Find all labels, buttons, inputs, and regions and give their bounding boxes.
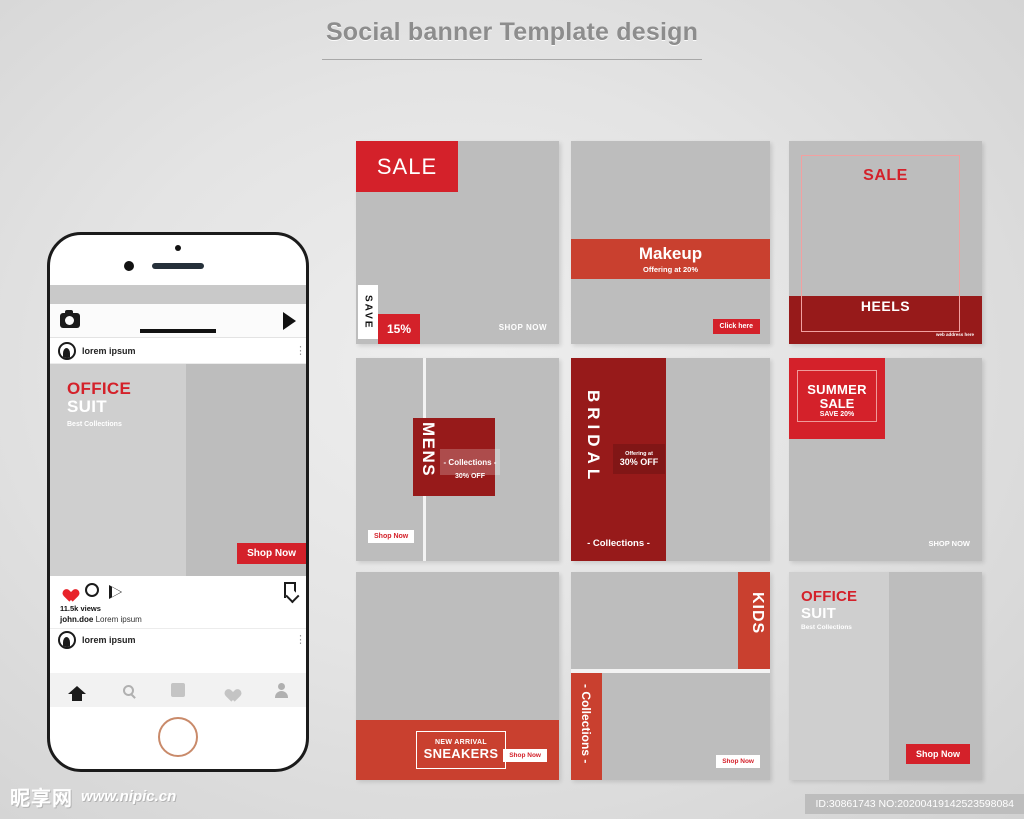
heart-icon[interactable] <box>60 583 75 597</box>
office-shop-now-button[interactable]: Shop Now <box>906 744 970 764</box>
bridal-collections-label: - Collections - <box>587 538 650 549</box>
app-logo <box>140 329 216 333</box>
mens-collections-band: - Collections - <box>440 449 500 475</box>
post-shop-now-button[interactable]: Shop Now <box>237 543 306 564</box>
bridal-discount: 30% OFF <box>619 457 659 467</box>
avatar[interactable] <box>58 630 76 649</box>
office-line-2: SUIT <box>801 605 836 622</box>
click-here-button[interactable]: Click here <box>712 319 760 334</box>
summer-line-3: SAVE 20% <box>819 411 855 418</box>
title-block: Social banner Template design <box>322 18 702 60</box>
post-headline-2: SUIT <box>67 396 107 416</box>
send-icon[interactable] <box>283 311 296 330</box>
bridal-title: BRIDAL <box>584 390 603 485</box>
bookmark-icon[interactable] <box>284 582 296 598</box>
camera-icon[interactable] <box>60 310 80 328</box>
sneakers-frame: NEW ARRIVAL SNEAKERS <box>416 731 506 769</box>
save-label-box: SAVE <box>358 285 378 339</box>
bridal-offer-box: Offering at 30% OFF <box>613 444 665 474</box>
mens-shop-now-button[interactable]: Shop Now <box>368 530 415 543</box>
banner-card-makeup[interactable]: Makeup Offering at 20% Click here <box>571 141 770 344</box>
banner-card-summer-sale[interactable]: SUMMER SALE SAVE 20% SHOP NOW <box>789 358 982 561</box>
banner-card-bridal[interactable]: BRIDAL Offering at 30% OFF - Collections… <box>571 358 770 561</box>
banner-card-sale[interactable]: SALE SAVE 15% SHOP NOW <box>356 141 559 344</box>
makeup-title: Makeup <box>638 244 703 263</box>
more-options-icon[interactable]: ⋮ <box>295 345 306 356</box>
save-label: SAVE <box>362 294 374 330</box>
post-media-left-panel: OFFICE SUIT Best Collections <box>50 364 186 576</box>
summer-line-2: SALE <box>819 396 855 411</box>
sneakers-eyebrow: NEW ARRIVAL <box>435 739 487 746</box>
banner-card-sneakers[interactable]: NEW ARRIVAL SNEAKERS Shop Now <box>356 572 559 780</box>
makeup-band: Makeup Offering at 20% <box>571 239 770 279</box>
app-top-bar <box>50 304 306 338</box>
comment-icon[interactable] <box>85 583 99 597</box>
post-headline-1: OFFICE <box>67 379 132 398</box>
avatar[interactable] <box>58 341 76 360</box>
banner-card-kids[interactable]: KIDS - Collections - Shop Now <box>571 572 770 780</box>
page-title: Social banner Template design <box>325 18 699 46</box>
status-bar <box>50 285 306 304</box>
office-line-1: OFFICE <box>801 588 858 605</box>
sneakers-shop-now-button[interactable]: Shop Now <box>503 749 547 762</box>
banner-card-office-suit[interactable]: OFFICE SUIT Best Collections Shop Now <box>789 572 982 780</box>
mens-title: MENS <box>419 422 438 478</box>
post-meta: 11.5k views john.doe Lorem ipsum <box>50 604 306 628</box>
post-header-next: lorem ipsum ⋮ <box>50 628 306 650</box>
search-icon[interactable] <box>123 684 135 696</box>
discount-percent: 15% <box>378 314 420 344</box>
watermark: 昵享网 www.nipic.cn <box>10 782 176 811</box>
post-views-count: 11.5k views <box>60 604 101 613</box>
caption-text: Lorem ipsum <box>95 615 142 624</box>
sale-badge: SALE <box>356 141 458 192</box>
heels-title: HEELS <box>860 298 911 314</box>
mens-collections-label: - Collections - <box>443 457 497 467</box>
sensor-icon <box>124 261 134 271</box>
summer-line-1: SUMMER <box>807 382 867 397</box>
watermark-url: www.nipic.cn <box>81 788 177 805</box>
front-camera-icon <box>175 245 181 251</box>
banner-card-heels[interactable]: SALE HEELS web address here <box>789 141 982 344</box>
sneakers-title: SNEAKERS <box>423 746 499 761</box>
office-line-3: Best Collections <box>801 624 852 631</box>
phone-mockup: lorem ipsum ⋮ OFFICE SUIT Best Collectio… <box>47 232 309 772</box>
title-divider <box>322 59 702 60</box>
post-media: OFFICE SUIT Best Collections Shop Now <box>50 364 306 576</box>
post-actions <box>50 576 306 604</box>
post-caption: john.doe Lorem ipsum <box>60 615 296 624</box>
share-icon[interactable] <box>109 585 122 599</box>
caption-username[interactable]: john.doe <box>60 615 93 624</box>
image-id-label: ID:30861743 NO:20200419142523598084 <box>805 794 1024 814</box>
kids-title: KIDS <box>749 592 766 635</box>
makeup-subtitle: Offering at 20% <box>642 265 698 274</box>
home-button[interactable] <box>158 717 198 757</box>
more-options-icon[interactable]: ⋮ <box>295 634 306 645</box>
mens-discount: 30% OFF <box>455 473 485 480</box>
banner-card-mens[interactable]: MENS - Collections - 30% OFF Shop Now <box>356 358 559 561</box>
watermark-logo: 昵享网 <box>10 788 73 810</box>
activity-heart-icon[interactable] <box>222 683 237 697</box>
shop-now-label[interactable]: SHOP NOW <box>499 323 547 332</box>
heels-web-address: web address here <box>935 332 974 337</box>
profile-icon[interactable] <box>274 683 288 698</box>
heels-sale-label: SALE <box>863 167 908 184</box>
bottom-tab-bar <box>50 673 306 707</box>
kids-shop-now-button[interactable]: Shop Now <box>716 755 760 768</box>
speaker-grille <box>152 263 204 269</box>
phone-screen: lorem ipsum ⋮ OFFICE SUIT Best Collectio… <box>50 285 306 707</box>
post-header: lorem ipsum ⋮ <box>50 338 306 364</box>
post-username-2[interactable]: lorem ipsum <box>82 635 289 645</box>
summer-shop-now-label[interactable]: SHOP NOW <box>928 539 970 548</box>
reels-icon[interactable] <box>170 683 185 697</box>
post-subheadline: Best Collections <box>67 420 122 428</box>
home-icon[interactable] <box>68 686 87 701</box>
kids-collections-label: - Collections - <box>579 684 593 764</box>
post-username[interactable]: lorem ipsum <box>82 346 289 356</box>
